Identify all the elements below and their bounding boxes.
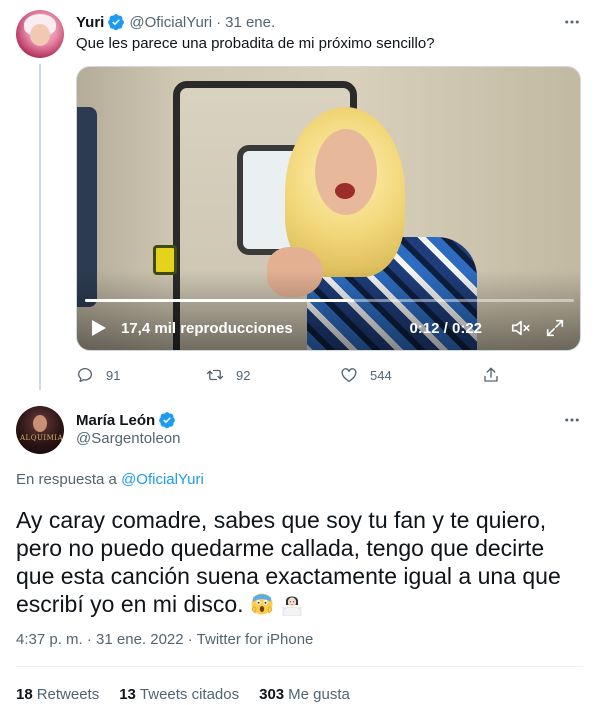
author-handle[interactable]: @OficialYuri [129, 14, 212, 31]
avatar[interactable] [16, 10, 64, 58]
reply-context: En respuesta a @OficialYuri [16, 471, 204, 488]
tweet-text-line-last: escribí yo en mi disco. [16, 590, 586, 618]
retweets-stat[interactable]: 18 Retweets [16, 686, 99, 703]
like-icon [341, 368, 357, 383]
reply-button[interactable]: 91 [76, 364, 120, 386]
verified-badge-icon [108, 14, 125, 31]
video-progress-bar[interactable] [85, 299, 574, 302]
author-name[interactable]: Yuri [76, 14, 104, 31]
parent-tweet[interactable]: Yuri @OficialYuri · 31 ene. Que les pare… [0, 0, 599, 397]
retweets-label: Retweets [36, 685, 100, 703]
more-icon[interactable] [562, 12, 582, 32]
divider [16, 666, 583, 667]
reply-mention-link[interactable]: @OficialYuri [121, 471, 204, 488]
reply-prefix: En respuesta a [16, 471, 117, 488]
like-count: 544 [370, 367, 392, 383]
author-handle[interactable]: @Sargentoleon [76, 430, 180, 447]
share-icon [484, 367, 498, 382]
likes-count: 303 [259, 685, 285, 703]
tweet-text: Que les parece una probadita de mi próxi… [76, 35, 435, 52]
retweet-icon [206, 369, 224, 381]
video-progress-fill [85, 299, 354, 302]
tweet-text: Ay caray comadre, sabes que soy tu fan y… [16, 506, 586, 618]
retweets-count: 18 [16, 685, 33, 703]
mute-icon[interactable] [510, 317, 532, 339]
tweet-header: Yuri @OficialYuri · 31 ene. [76, 12, 275, 32]
fullscreen-icon[interactable] [544, 317, 566, 339]
retweet-count: 92 [236, 367, 251, 383]
tweet-text-line: Ay caray comadre, sabes que soy tu fan y… [16, 507, 547, 533]
author-name[interactable]: María León [76, 412, 155, 429]
share-button[interactable] [482, 364, 512, 386]
likes-stat[interactable]: 303 Me gusta [259, 686, 350, 703]
tweet-actions: 91 92 544 [76, 364, 516, 386]
separator-dot: · [216, 13, 222, 31]
like-button[interactable]: 544 [340, 364, 392, 386]
likes-label: Me gusta [288, 685, 350, 703]
tweet-date[interactable]: 31 ene. [225, 14, 275, 31]
quotes-label: Tweets citados [139, 685, 240, 703]
play-icon[interactable] [91, 319, 107, 337]
avatar-title: ALQUIMIA [20, 434, 64, 442]
tweet-stats: 18 Retweets 13 Tweets citados 303 Me gusta [16, 684, 370, 704]
video-player[interactable]: 17,4 mil reproducciones 0:12 / 0:22 [76, 66, 581, 351]
reply-count: 91 [106, 367, 121, 383]
video-views: 17,4 mil reproducciones [121, 319, 293, 337]
person-shrugging-emoji [281, 596, 303, 616]
video-controls: 17,4 mil reproducciones 0:12 / 0:22 [91, 317, 566, 339]
tweet-text-line: escribí yo en mi disco. [16, 591, 244, 617]
avatar[interactable]: ALQUIMIA [16, 406, 64, 454]
more-icon[interactable] [562, 410, 582, 430]
quotes-stat[interactable]: 13 Tweets citados [119, 686, 239, 703]
reply-icon [77, 367, 93, 383]
verified-badge-icon [159, 412, 176, 429]
screaming-in-fear-emoji [251, 593, 273, 615]
thread-line [39, 64, 41, 390]
tweet-text-line: que esta canción suena exactamente igual… [16, 563, 561, 589]
tweet-text-line: pero no puedo quedarme callada, tengo qu… [16, 535, 545, 561]
video-time: 0:12 / 0:22 [409, 319, 482, 337]
tweet-header: María León [76, 410, 176, 430]
retweet-button[interactable]: 92 [206, 364, 250, 386]
quotes-count: 13 [119, 685, 136, 703]
tweet-timestamp[interactable]: 4:37 p. m. · 31 ene. 2022 · Twitter for … [16, 631, 313, 648]
